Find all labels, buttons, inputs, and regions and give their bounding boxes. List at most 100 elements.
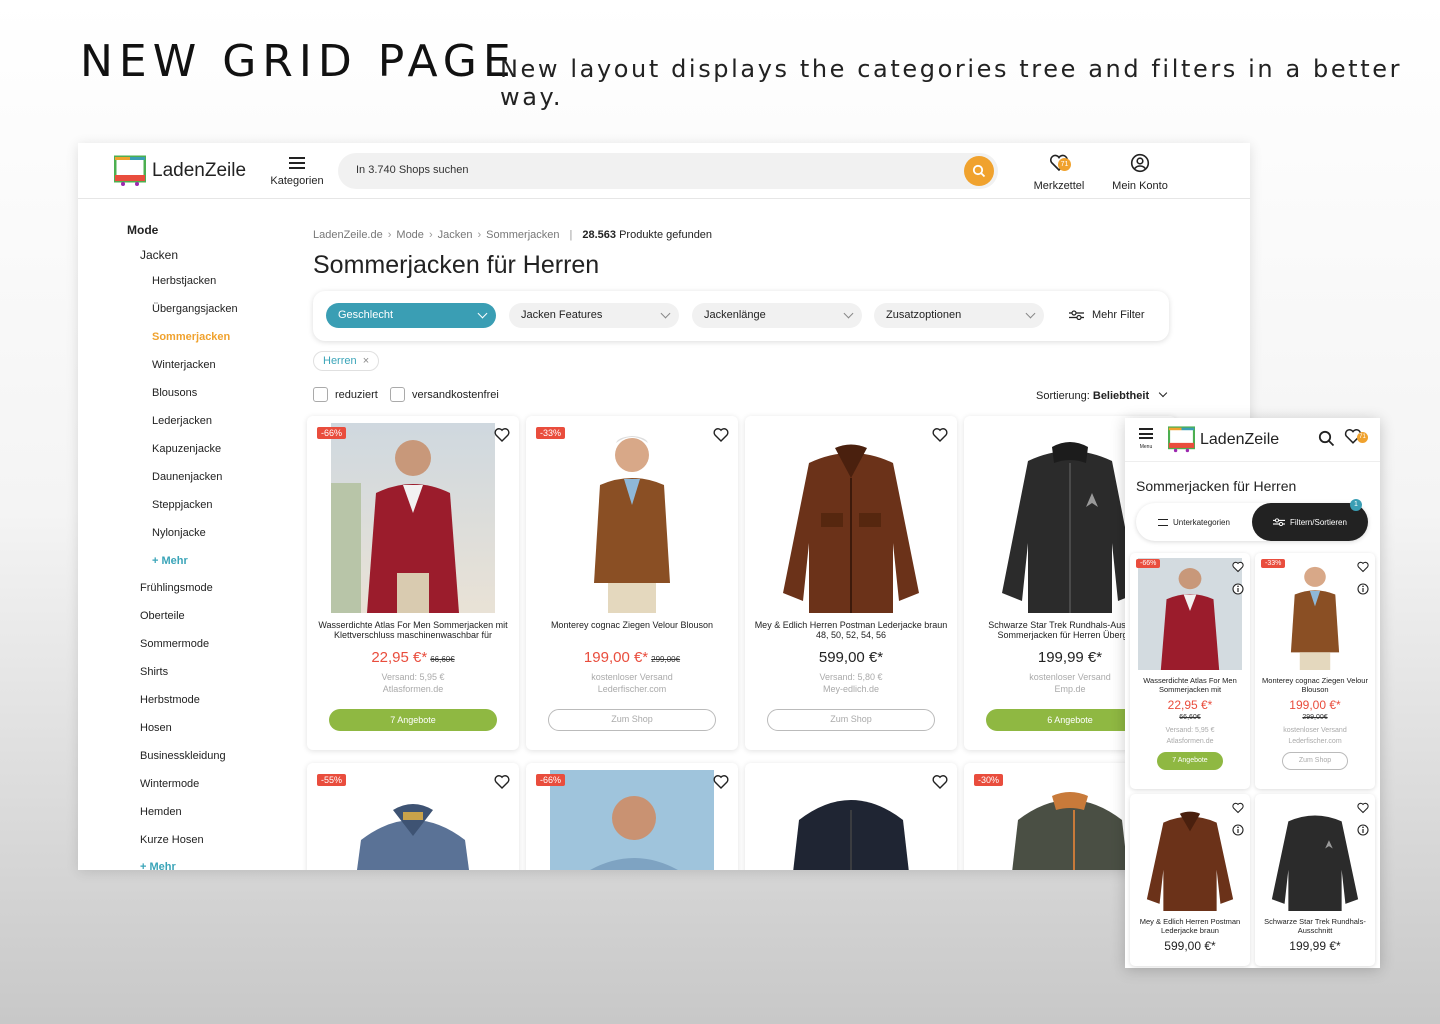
info-icon[interactable] — [1232, 583, 1244, 595]
sidebar-sub-item[interactable]: Übergangsjacken — [152, 303, 238, 315]
product-price: 22,95 €* 66,60€ — [371, 649, 455, 666]
mobile-product-card[interactable]: Mey & Edlich Herren Postman Lederjacke b… — [1130, 794, 1250, 966]
sidebar-sub-item[interactable]: Nylonjacke — [152, 527, 206, 539]
account-button[interactable]: Mein Konto — [1108, 152, 1172, 192]
product-name[interactable]: Mey & Edlich Herren Postman Lederjacke b… — [753, 620, 949, 640]
heart-icon[interactable] — [494, 774, 510, 790]
sidebar-sibling-item[interactable]: Businesskleidung — [140, 750, 226, 762]
sidebar-sub-item[interactable]: Kapuzenjacke — [152, 443, 221, 455]
filter-features-dropdown[interactable]: Jacken Features — [509, 303, 679, 328]
sidebar-sub-item-active[interactable]: Sommerjacken — [152, 331, 230, 343]
sidebar-sibling-item[interactable]: Herbstmode — [140, 694, 200, 706]
shop-button[interactable]: Zum Shop — [548, 709, 716, 731]
heart-icon[interactable] — [932, 427, 948, 443]
mobile-product-card[interactable]: -66% Wasserdichte Atlas For Men Sommerja… — [1130, 553, 1250, 789]
hamburger-icon — [1139, 428, 1153, 439]
filter-length-dropdown[interactable]: Jackenlänge — [692, 303, 862, 328]
categories-menu-button[interactable]: Kategorien — [267, 153, 327, 187]
discount-badge: -33% — [1261, 559, 1286, 568]
heart-icon[interactable] — [713, 427, 729, 443]
mobile-page-title: Sommerjacken für Herren — [1136, 478, 1297, 494]
product-image — [331, 770, 495, 870]
sidebar-sibling-item[interactable]: Kurze Hosen — [140, 834, 204, 846]
chevron-down-icon — [1158, 388, 1168, 398]
free-shipping-checkbox[interactable]: versandkostenfrei — [390, 387, 499, 402]
mobile-wishlist-button[interactable]: 71 — [1344, 428, 1370, 450]
heart-icon[interactable] — [1357, 561, 1369, 573]
sidebar-sub-more-link[interactable]: + Mehr — [152, 555, 188, 567]
logo[interactable]: LadenZeile — [114, 155, 246, 187]
offers-button[interactable]: 7 Angebote — [1157, 752, 1223, 770]
breadcrumb-item[interactable]: Sommerjacken — [486, 229, 559, 241]
sidebar-sibling-item[interactable]: Hemden — [140, 806, 182, 818]
close-icon[interactable]: × — [363, 355, 369, 367]
heart-icon[interactable] — [1357, 802, 1369, 814]
heart-icon[interactable] — [932, 774, 948, 790]
info-icon[interactable] — [1357, 583, 1369, 595]
sidebar-sibling-item[interactable]: Hosen — [140, 722, 172, 734]
wishlist-button[interactable]: 71 Merkzettel — [1028, 152, 1090, 192]
product-image — [331, 423, 495, 613]
sort-dropdown[interactable]: Sortierung: Beliebtheit — [1036, 388, 1168, 402]
shop-button[interactable]: Zum Shop — [767, 709, 935, 731]
mobile-product-card[interactable]: -33% Monterey cognac Ziegen Velour Blous… — [1255, 553, 1375, 789]
heart-icon[interactable] — [713, 774, 729, 790]
discount-badge: -66% — [1136, 559, 1161, 568]
sidebar-sibling-item[interactable]: Oberteile — [140, 610, 185, 622]
search-input[interactable]: In 3.740 Shops suchen — [338, 153, 998, 189]
sidebar-sub-item[interactable]: Daunenjacken — [152, 471, 222, 483]
sidebar-root[interactable]: Mode — [127, 223, 158, 237]
info-icon[interactable] — [1232, 824, 1244, 836]
shipping-info: Versand: 5,95 € Atlasformen.de — [381, 672, 445, 694]
product-price: 199,00 €* 299,00€ — [583, 649, 681, 666]
mobile-logo[interactable]: LadenZeile — [1168, 426, 1279, 453]
search-button[interactable] — [964, 156, 994, 186]
mobile-menu-button[interactable]: Menu — [1139, 428, 1153, 450]
sidebar-sibling-item[interactable]: Wintermode — [140, 778, 199, 790]
search-icon[interactable] — [1318, 430, 1335, 447]
offers-button[interactable]: 7 Angebote — [329, 709, 497, 731]
sidebar-sibling-item[interactable]: Frühlingsmode — [140, 582, 213, 594]
product-card[interactable]: -33% Monterey cognac Ziegen Velour Blous… — [526, 416, 738, 750]
product-name[interactable]: Schwarze Star Trek Rundhals-Ausschnitt — [1259, 917, 1371, 935]
reduced-checkbox[interactable]: reduziert — [313, 387, 378, 402]
sidebar-sibling-item[interactable]: Shirts — [140, 666, 168, 678]
sidebar-sub-item[interactable]: Lederjacken — [152, 415, 212, 427]
product-card[interactable]: Mey & Edlich Herren Postman Lederjacke b… — [745, 416, 957, 750]
product-name[interactable]: Monterey cognac Ziegen Velour Blouson — [1259, 676, 1371, 694]
more-filters-button[interactable]: Mehr Filter — [1069, 309, 1145, 321]
heart-icon[interactable] — [1232, 802, 1244, 814]
product-name[interactable]: Mey & Edlich Herren Postman Lederjacke b… — [1134, 917, 1246, 935]
shop-button[interactable]: Zum Shop — [1282, 752, 1348, 770]
sidebar-sub-item[interactable]: Blousons — [152, 387, 197, 399]
product-name[interactable]: Wasserdichte Atlas For Men Sommerjacken … — [1134, 676, 1246, 694]
product-name[interactable]: Wasserdichte Atlas For Men Sommerjacken … — [315, 620, 511, 640]
product-price: 599,00 €* — [1164, 939, 1216, 953]
sidebar-sub-item[interactable]: Herbstjacken — [152, 275, 216, 287]
subcategories-tab[interactable]: Unterkategorien — [1136, 503, 1252, 541]
info-icon[interactable] — [1357, 824, 1369, 836]
mobile-product-card[interactable]: Schwarze Star Trek Rundhals-Ausschnitt 1… — [1255, 794, 1375, 966]
product-card[interactable]: -55% — [307, 763, 519, 870]
breadcrumb-item[interactable]: Mode — [396, 229, 424, 241]
active-filter-chip[interactable]: Herren × — [313, 351, 380, 371]
filter-gender-dropdown[interactable]: Geschlecht — [326, 303, 496, 328]
breadcrumb-item[interactable]: LadenZeile.de — [313, 229, 383, 241]
sidebar-sibling-item[interactable]: Sommermode — [140, 638, 209, 650]
heart-icon[interactable] — [494, 427, 510, 443]
product-card[interactable]: -66% — [526, 763, 738, 870]
sidebar-more-link[interactable]: + Mehr — [140, 861, 176, 870]
product-card[interactable] — [745, 763, 957, 870]
heart-icon[interactable] — [1232, 561, 1244, 573]
product-image — [550, 423, 714, 613]
product-image — [1263, 799, 1367, 911]
filter-options-dropdown[interactable]: Zusatzoptionen — [874, 303, 1044, 328]
sidebar-sub-item[interactable]: Steppjacken — [152, 499, 213, 511]
checkbox-icon — [313, 387, 328, 402]
discount-badge: -66% — [536, 774, 566, 786]
breadcrumb-item[interactable]: Jacken — [438, 229, 473, 241]
sidebar-sub-item[interactable]: Winterjacken — [152, 359, 216, 371]
product-card[interactable]: -66% Wasserdichte Atlas For Men Sommerja… — [307, 416, 519, 750]
product-name[interactable]: Monterey cognac Ziegen Velour Blouson — [534, 620, 730, 630]
sidebar-category[interactable]: Jacken — [140, 248, 178, 262]
